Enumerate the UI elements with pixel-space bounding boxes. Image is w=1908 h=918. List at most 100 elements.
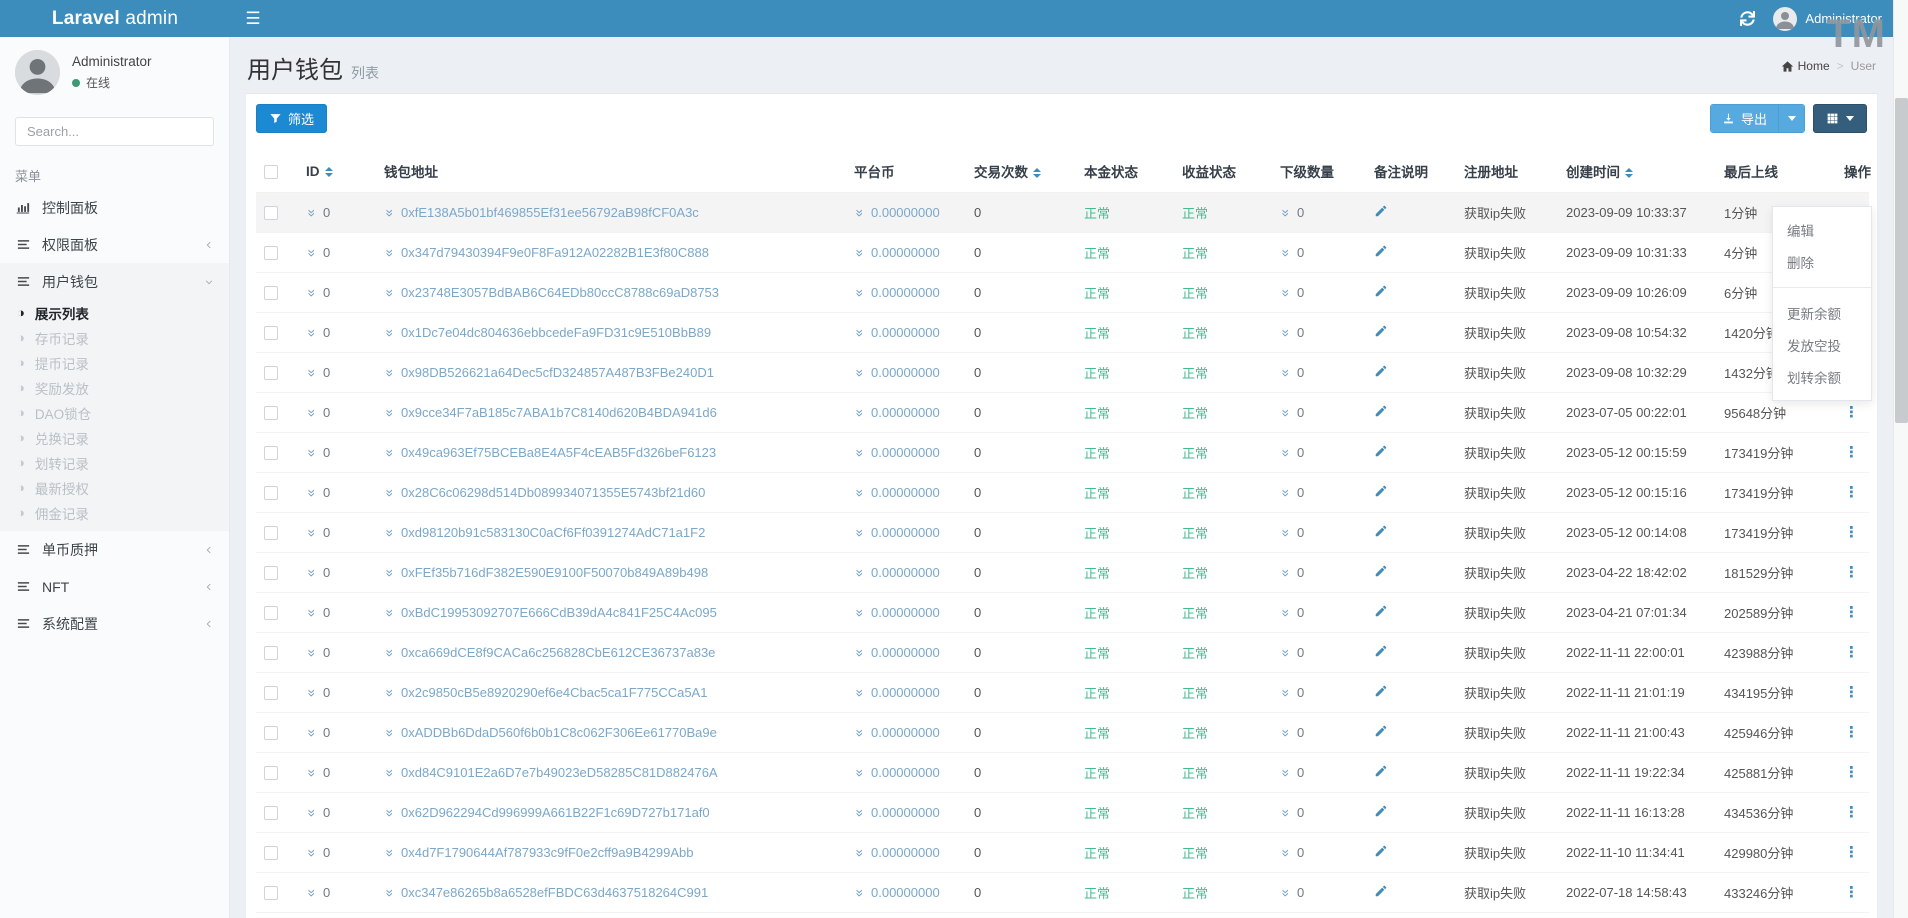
row-checkbox[interactable] bbox=[264, 526, 278, 541]
angle-double-down-icon[interactable]: » bbox=[305, 206, 321, 219]
row-actions-kebab-icon[interactable]: ⋮ bbox=[1844, 444, 1859, 461]
row-checkbox[interactable] bbox=[264, 206, 278, 221]
row-checkbox[interactable] bbox=[264, 606, 278, 621]
angle-double-down-icon[interactable]: » bbox=[853, 286, 869, 299]
wallet-address-link[interactable]: 0xFEf35b716dF382E590E9100F50070b849A89b4… bbox=[401, 565, 708, 580]
vertical-scrollbar[interactable] bbox=[1893, 0, 1908, 918]
angle-double-down-icon[interactable]: » bbox=[853, 246, 869, 259]
angle-double-down-icon[interactable]: » bbox=[1279, 246, 1295, 259]
angle-double-down-icon[interactable]: » bbox=[853, 486, 869, 499]
angle-double-down-icon[interactable]: » bbox=[305, 406, 321, 419]
context-menu-item[interactable]: 更新余额 bbox=[1773, 297, 1871, 329]
sidebar-subitem-0[interactable]: ◑ 展示列表 bbox=[0, 300, 229, 325]
row-checkbox[interactable] bbox=[264, 246, 278, 261]
edit-pencil-icon[interactable] bbox=[1374, 364, 1388, 378]
angle-double-down-icon[interactable]: » bbox=[853, 206, 869, 219]
breadcrumb-home[interactable]: Home bbox=[1781, 59, 1830, 73]
angle-double-down-icon[interactable]: » bbox=[853, 846, 869, 859]
col-header-3[interactable]: 交易次数 bbox=[966, 150, 1076, 193]
row-checkbox[interactable] bbox=[264, 646, 278, 661]
angle-double-down-icon[interactable]: » bbox=[305, 686, 321, 699]
edit-pencil-icon[interactable] bbox=[1374, 204, 1388, 218]
sidebar-subitem-3[interactable]: ◑ 奖励发放 bbox=[0, 375, 229, 400]
scrollbar-thumb[interactable] bbox=[1895, 98, 1908, 423]
angle-double-down-icon[interactable]: » bbox=[853, 766, 869, 779]
edit-pencil-icon[interactable] bbox=[1374, 524, 1388, 538]
angle-double-down-icon[interactable]: » bbox=[305, 606, 321, 619]
row-actions-kebab-icon[interactable]: ⋮ bbox=[1844, 684, 1859, 701]
edit-pencil-icon[interactable] bbox=[1374, 844, 1388, 858]
edit-pencil-icon[interactable] bbox=[1374, 284, 1388, 298]
select-all-checkbox[interactable] bbox=[264, 164, 278, 179]
row-checkbox[interactable] bbox=[264, 806, 278, 821]
wallet-address-link[interactable]: 0x1Dc7e04dc804636ebbcedeFa9FD31c9E510BbB… bbox=[401, 325, 711, 340]
angle-double-down-icon[interactable]: » bbox=[1279, 606, 1295, 619]
angle-double-down-icon[interactable]: » bbox=[1279, 846, 1295, 859]
col-header-0[interactable]: ID bbox=[298, 150, 376, 193]
angle-double-down-icon[interactable]: » bbox=[383, 566, 399, 579]
angle-double-down-icon[interactable]: » bbox=[383, 286, 399, 299]
row-checkbox[interactable] bbox=[264, 286, 278, 301]
row-actions-kebab-icon[interactable]: ⋮ bbox=[1844, 884, 1859, 901]
row-checkbox[interactable] bbox=[264, 486, 278, 501]
angle-double-down-icon[interactable]: » bbox=[1279, 526, 1295, 539]
angle-double-down-icon[interactable]: » bbox=[853, 526, 869, 539]
sidebar-item-4[interactable]: NFT bbox=[0, 568, 229, 605]
angle-double-down-icon[interactable]: » bbox=[1279, 566, 1295, 579]
row-actions-kebab-icon[interactable]: ⋮ bbox=[1844, 524, 1859, 541]
edit-pencil-icon[interactable] bbox=[1374, 684, 1388, 698]
angle-double-down-icon[interactable]: » bbox=[853, 686, 869, 699]
angle-double-down-icon[interactable]: » bbox=[853, 726, 869, 739]
sidebar-subitem-4[interactable]: ◑ DAO锁仓 bbox=[0, 400, 229, 425]
row-actions-kebab-icon[interactable]: ⋮ bbox=[1844, 804, 1859, 821]
angle-double-down-icon[interactable]: » bbox=[305, 646, 321, 659]
sidebar-item-1[interactable]: 权限面板 bbox=[0, 226, 229, 263]
edit-pencil-icon[interactable] bbox=[1374, 804, 1388, 818]
angle-double-down-icon[interactable]: » bbox=[305, 846, 321, 859]
sidebar-item-3[interactable]: 单币质押 bbox=[0, 531, 229, 568]
sidebar-item-2[interactable]: 用户钱包 bbox=[0, 263, 229, 300]
angle-double-down-icon[interactable]: » bbox=[383, 686, 399, 699]
angle-double-down-icon[interactable]: » bbox=[1279, 766, 1295, 779]
angle-double-down-icon[interactable]: » bbox=[853, 446, 869, 459]
wallet-address-link[interactable]: 0x98DB526621a64Dec5cfD324857A487B3FBe240… bbox=[401, 365, 714, 380]
export-caret-button[interactable] bbox=[1778, 105, 1804, 132]
angle-double-down-icon[interactable]: » bbox=[383, 726, 399, 739]
angle-double-down-icon[interactable]: » bbox=[383, 806, 399, 819]
edit-pencil-icon[interactable] bbox=[1374, 324, 1388, 338]
angle-double-down-icon[interactable]: » bbox=[1279, 286, 1295, 299]
angle-double-down-icon[interactable]: » bbox=[853, 366, 869, 379]
angle-double-down-icon[interactable]: » bbox=[305, 566, 321, 579]
refresh-icon[interactable] bbox=[1740, 11, 1756, 26]
row-actions-kebab-icon[interactable]: ⋮ bbox=[1844, 484, 1859, 501]
angle-double-down-icon[interactable]: » bbox=[1279, 326, 1295, 339]
sidebar-subitem-6[interactable]: ◑ 划转记录 bbox=[0, 450, 229, 475]
sort-icon[interactable] bbox=[1625, 168, 1633, 179]
angle-double-down-icon[interactable]: » bbox=[383, 206, 399, 219]
col-header-9[interactable]: 创建时间 bbox=[1558, 150, 1716, 193]
edit-pencil-icon[interactable] bbox=[1374, 604, 1388, 618]
filter-button[interactable]: 筛选 bbox=[256, 104, 328, 133]
angle-double-down-icon[interactable]: » bbox=[383, 486, 399, 499]
angle-double-down-icon[interactable]: » bbox=[1279, 646, 1295, 659]
brand-logo[interactable]: Laravel admin bbox=[0, 8, 230, 30]
angle-double-down-icon[interactable]: » bbox=[305, 886, 321, 899]
angle-double-down-icon[interactable]: » bbox=[305, 326, 321, 339]
export-button[interactable]: 导出 bbox=[1710, 105, 1778, 132]
angle-double-down-icon[interactable]: » bbox=[305, 806, 321, 819]
edit-pencil-icon[interactable] bbox=[1374, 444, 1388, 458]
angle-double-down-icon[interactable]: » bbox=[383, 646, 399, 659]
angle-double-down-icon[interactable]: » bbox=[383, 246, 399, 259]
wallet-address-link[interactable]: 0x9cce34F7aB185c7ABA1b7C8140d620B4BDA941… bbox=[401, 405, 717, 420]
row-actions-kebab-icon[interactable]: ⋮ bbox=[1844, 764, 1859, 781]
row-actions-kebab-icon[interactable]: ⋮ bbox=[1844, 724, 1859, 741]
sidebar-subitem-5[interactable]: ◑ 兑换记录 bbox=[0, 425, 229, 450]
row-checkbox[interactable] bbox=[264, 766, 278, 781]
angle-double-down-icon[interactable]: » bbox=[1279, 686, 1295, 699]
wallet-address-link[interactable]: 0xfE138A5b01bf469855Ef31ee56792aB98fCF0A… bbox=[401, 205, 699, 220]
sidebar-subitem-8[interactable]: ◑ 佣金记录 bbox=[0, 500, 229, 525]
angle-double-down-icon[interactable]: » bbox=[305, 286, 321, 299]
angle-double-down-icon[interactable]: » bbox=[383, 886, 399, 899]
angle-double-down-icon[interactable]: » bbox=[305, 526, 321, 539]
angle-double-down-icon[interactable]: » bbox=[853, 806, 869, 819]
